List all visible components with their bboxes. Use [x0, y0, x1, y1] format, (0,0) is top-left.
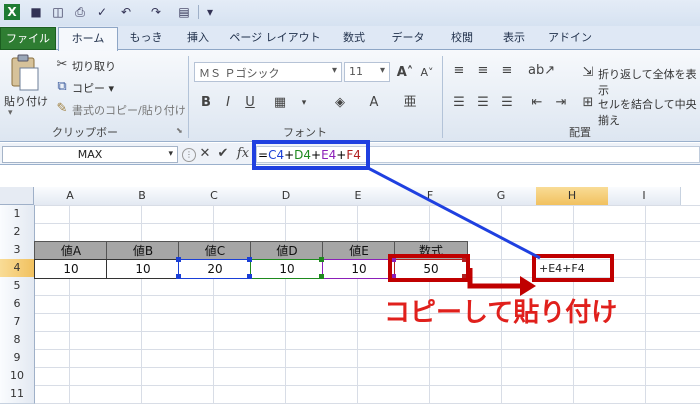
tab-home[interactable]: ホーム: [58, 27, 118, 51]
formula-connector-line: [367, 166, 541, 260]
paste-arrow-line: [467, 268, 522, 289]
annotation-text: コピーして貼り付け: [384, 298, 618, 328]
annotation-overlay: [367, 166, 541, 296]
